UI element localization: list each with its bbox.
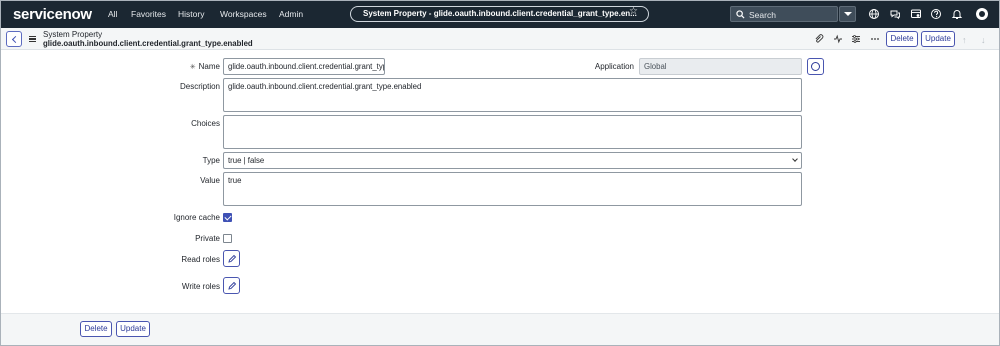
ignore-cache-checkbox[interactable] [223, 213, 232, 222]
nav-all[interactable]: All [108, 9, 117, 19]
description-textarea[interactable]: glide.oauth.inbound.client.credential.gr… [223, 78, 802, 112]
search-scope-dropdown[interactable] [839, 6, 856, 22]
value-label: Value [200, 176, 220, 185]
top-navigation-bar: servicenow All Favorites History Workspa… [0, 0, 1000, 28]
nav-admin[interactable]: Admin [279, 9, 303, 19]
attachment-paperclip-icon[interactable] [814, 34, 824, 44]
read-roles-edit-button[interactable] [223, 250, 240, 267]
private-label: Private [195, 234, 220, 243]
name-field[interactable]: glide.oauth.inbound.client.credential.gr… [223, 58, 385, 75]
form-footer: Delete Update [0, 313, 1000, 346]
read-roles-label: Read roles [181, 255, 220, 264]
search-placeholder: Search [749, 10, 776, 20]
favorite-star-icon[interactable]: ☆ [629, 6, 638, 17]
type-select[interactable]: true | false [223, 152, 802, 169]
name-label: ✳ Name [189, 62, 220, 71]
chat-icon[interactable] [889, 8, 901, 20]
footer-delete-button[interactable]: Delete [80, 321, 112, 337]
form-header: System Property glide.oauth.inbound.clie… [0, 28, 1000, 50]
record-title-pill[interactable]: System Property - glide.oauth.inbound.cl… [350, 6, 649, 22]
choices-textarea[interactable] [223, 115, 802, 149]
form-context-menu-icon[interactable] [29, 36, 36, 42]
studio-icon[interactable] [910, 8, 922, 20]
required-indicator-icon: ✳ [189, 64, 196, 71]
description-label: Description [179, 82, 220, 91]
back-button[interactable] [6, 31, 22, 47]
application-field: Global [639, 58, 802, 75]
private-checkbox[interactable] [223, 234, 232, 243]
form-record-name: glide.oauth.inbound.client.credential.gr… [43, 39, 253, 48]
nav-workspaces[interactable]: Workspaces [220, 9, 267, 19]
pencil-icon [228, 254, 237, 263]
personalize-form-icon[interactable] [851, 34, 861, 44]
write-roles-edit-button[interactable] [223, 277, 240, 294]
write-roles-label: Write roles [181, 282, 220, 291]
more-options-icon[interactable] [870, 34, 880, 44]
pencil-icon [228, 281, 237, 290]
choices-label: Choices [191, 119, 220, 128]
header-delete-button[interactable]: Delete [886, 31, 918, 47]
nav-favorites[interactable]: Favorites [131, 9, 166, 19]
nav-history[interactable]: History [178, 9, 204, 19]
type-selected-value: true | false [228, 156, 265, 165]
help-icon[interactable] [930, 8, 942, 20]
form-title: System Property [43, 30, 103, 39]
user-avatar[interactable] [976, 8, 988, 20]
servicenow-logo[interactable]: servicenow [13, 6, 92, 23]
application-info-icon[interactable] [807, 58, 824, 75]
activity-pulse-icon[interactable] [833, 34, 843, 44]
next-record-arrow-icon[interactable]: ↓ [981, 35, 986, 45]
notifications-bell-icon[interactable] [951, 8, 963, 20]
value-textarea[interactable]: true [223, 172, 802, 206]
footer-update-button[interactable]: Update [116, 321, 150, 337]
ignore-cache-label: Ignore cache [173, 213, 220, 222]
chevron-down-icon [792, 156, 798, 162]
search-icon [736, 10, 745, 19]
type-label: Type [202, 156, 220, 165]
globe-icon[interactable] [868, 8, 880, 20]
header-update-button[interactable]: Update [921, 31, 955, 47]
application-label: Application [594, 62, 634, 71]
previous-record-arrow-icon[interactable]: ↑ [962, 35, 967, 45]
global-search-input[interactable]: Search [730, 6, 838, 22]
